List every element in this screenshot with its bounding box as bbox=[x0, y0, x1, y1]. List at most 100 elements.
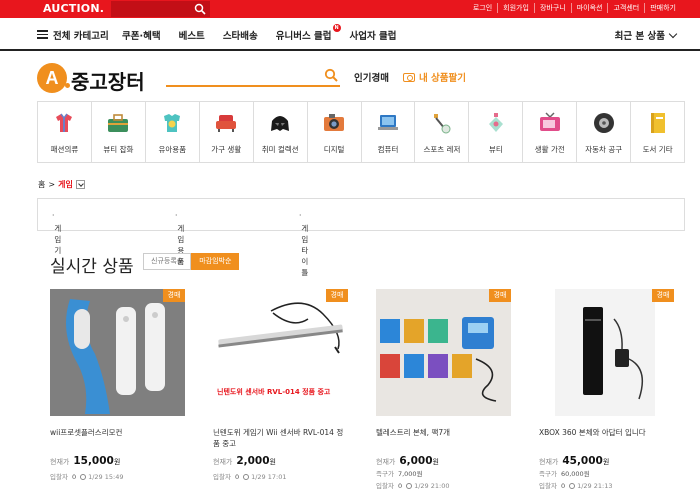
auction-tag: 경매 bbox=[326, 289, 348, 302]
category-label: 뷰티 bbox=[488, 145, 503, 154]
subcategory-accessories[interactable]: · 게임용품 bbox=[175, 211, 184, 266]
clock-icon bbox=[243, 474, 250, 480]
tab-ending-soon[interactable]: 마감임박순 bbox=[191, 253, 240, 270]
bidders-row: 입찰자 0 1/29 21:13 bbox=[539, 480, 613, 490]
clock-icon bbox=[406, 483, 413, 489]
search-icon[interactable] bbox=[194, 3, 206, 15]
search-icon[interactable] bbox=[324, 68, 338, 82]
start-price-value: 60,000원 bbox=[561, 470, 590, 478]
product-name[interactable]: XBOX 360 본체와 아답터 입니다 bbox=[539, 427, 674, 438]
product-price: 15,000 bbox=[73, 455, 114, 467]
product-image[interactable]: 경매 bbox=[50, 289, 185, 416]
start-price-row: 즉구가 60,000원 bbox=[539, 468, 590, 478]
new-badge: N bbox=[332, 24, 341, 32]
bidders-row: 입찰자 0 1/29 21:00 bbox=[376, 480, 450, 490]
category-label: 뷰티 잡화 bbox=[103, 145, 134, 154]
all-categories-button[interactable]: 전체 카테고리 bbox=[53, 28, 109, 42]
cart-link[interactable]: 장바구니 bbox=[533, 3, 571, 13]
breadcrumb-separator: > bbox=[48, 180, 56, 189]
recent-label: 최근 본 상품 bbox=[614, 31, 665, 42]
product-image[interactable]: 경매 bbox=[376, 289, 511, 416]
nav-coupon[interactable]: 쿠폰·혜택 bbox=[122, 28, 161, 42]
perfume-icon bbox=[488, 113, 503, 132]
subcategory-console[interactable]: · 게임기 bbox=[52, 211, 61, 255]
price-label: 현재가 bbox=[539, 458, 559, 466]
category-digital[interactable]: 디지털 bbox=[306, 102, 361, 162]
sell-product-link[interactable]: 내 상품팔기 bbox=[403, 70, 466, 84]
tab-newest[interactable]: 신규등록순 bbox=[143, 253, 192, 270]
page-title: 중고장터 bbox=[71, 70, 145, 94]
beauty-bag-icon bbox=[108, 114, 129, 132]
start-price: 7,000 bbox=[397, 470, 417, 478]
category-grid: 패션의류 뷰티 잡화 유아용품 가구 생활 취미 컬렉션 디지털 컴퓨터 스포츠… bbox=[37, 101, 685, 163]
product-name[interactable]: 닌텐도위 게임기 Wii 센서바 RVL-014 정품 중고 bbox=[213, 427, 348, 449]
end-time: 1/29 21:13 bbox=[577, 482, 613, 490]
sofa-icon bbox=[216, 115, 237, 132]
product-name[interactable]: wii프로셋플러스리모컨 bbox=[50, 427, 185, 438]
bidders-row: 입찰자 0 1/29 17:01 bbox=[213, 471, 287, 481]
nav-universe-club[interactable]: 유니버스 클럽 N bbox=[276, 24, 341, 42]
currency-unit: 원 bbox=[432, 458, 439, 466]
tv-icon bbox=[539, 112, 560, 131]
category-dropdown-icon[interactable] bbox=[75, 180, 85, 189]
category-auto[interactable]: 자동차 공구 bbox=[576, 102, 630, 162]
auction-tag: 경매 bbox=[489, 289, 511, 302]
category-label: 자동차 공구 bbox=[585, 145, 623, 154]
my-auction-link[interactable]: 마이옥션 bbox=[570, 3, 608, 13]
top-search-input[interactable] bbox=[111, 1, 210, 17]
category-books[interactable]: 도서 기타 bbox=[630, 102, 684, 162]
product-image[interactable]: 경매 bbox=[539, 289, 674, 416]
sell-link-top[interactable]: 판매하기 bbox=[644, 3, 681, 13]
category-beauty[interactable]: 뷰티 bbox=[468, 102, 522, 162]
bidders-row: 입찰자 0 1/29 15:49 bbox=[50, 471, 124, 481]
top-links: 로그인 회원가입 장바구니 마이옥션 고객센터 판매하기 bbox=[468, 3, 681, 13]
recent-viewed-button[interactable]: 최근 본 상품 bbox=[614, 28, 678, 42]
fashion-icon bbox=[56, 113, 73, 132]
bidders-label: 입찰자 bbox=[50, 473, 68, 481]
start-price-label: 즉구가 bbox=[539, 470, 557, 478]
product-image[interactable]: 경매 닌텐도위 센서바 RVL-014 정품 중고 bbox=[213, 289, 348, 416]
customer-center-link[interactable]: 고객센터 bbox=[607, 3, 644, 13]
signup-link[interactable]: 회원가입 bbox=[497, 3, 534, 13]
currency-unit: 원 bbox=[583, 470, 590, 478]
category-sports[interactable]: 스포츠 레저 bbox=[414, 102, 468, 162]
category-appliance[interactable]: 생활 가전 bbox=[522, 102, 576, 162]
category-fashion[interactable]: 패션의류 bbox=[38, 102, 91, 162]
bidders-count: 0 bbox=[560, 482, 566, 490]
main-search-input[interactable] bbox=[166, 65, 340, 87]
bidders-label: 입찰자 bbox=[376, 482, 394, 490]
hamburger-icon[interactable] bbox=[37, 30, 48, 39]
login-link[interactable]: 로그인 bbox=[468, 3, 497, 13]
nav-business-club[interactable]: 사업자 클럽 bbox=[350, 28, 397, 42]
golf-icon bbox=[433, 114, 451, 134]
nav-star-delivery[interactable]: 스타배송 bbox=[223, 28, 258, 42]
category-label: 도서 기타 bbox=[642, 145, 673, 154]
price-row: 현재가 15,000원 bbox=[50, 455, 120, 467]
start-price: 60,000 bbox=[560, 470, 584, 478]
breadcrumb-current[interactable]: 게임 bbox=[58, 179, 73, 190]
category-baby[interactable]: 유아용품 bbox=[144, 102, 199, 162]
xbox-image bbox=[539, 289, 674, 416]
category-label: 취미 컬렉션 bbox=[261, 145, 299, 154]
category-hobby[interactable]: 취미 컬렉션 bbox=[252, 102, 307, 162]
category-beauty-goods[interactable]: 뷰티 잡화 bbox=[90, 102, 145, 162]
category-label: 스포츠 레저 bbox=[423, 145, 461, 154]
breadcrumb-home[interactable]: 홈 bbox=[38, 179, 45, 190]
price-row: 현재가 2,000원 bbox=[213, 455, 276, 467]
nav-best[interactable]: 베스트 bbox=[179, 28, 205, 42]
subcategory-titles[interactable]: · 게임타이틀 bbox=[299, 211, 308, 277]
category-label: 생활 가전 bbox=[534, 145, 565, 154]
auction-logo[interactable]: AUCTION. bbox=[43, 2, 104, 15]
product-name[interactable]: 텔레스트리 본체, 팩7개 bbox=[376, 427, 511, 438]
end-time: 1/29 21:00 bbox=[414, 482, 450, 490]
start-price-row: 즉구가 7,000원 bbox=[376, 468, 423, 478]
popular-auction-link[interactable]: 인기경매 bbox=[354, 70, 389, 84]
category-label: 디지털 bbox=[323, 145, 345, 154]
category-furniture[interactable]: 가구 생활 bbox=[198, 102, 253, 162]
laptop-icon bbox=[377, 115, 398, 130]
camera-icon bbox=[324, 114, 345, 131]
sort-tabs: 신규등록순 마감임박순 bbox=[143, 253, 240, 270]
category-computer[interactable]: 컴퓨터 bbox=[360, 102, 415, 162]
category-label: 가구 생활 bbox=[211, 145, 242, 154]
price-label: 현재가 bbox=[376, 458, 396, 466]
